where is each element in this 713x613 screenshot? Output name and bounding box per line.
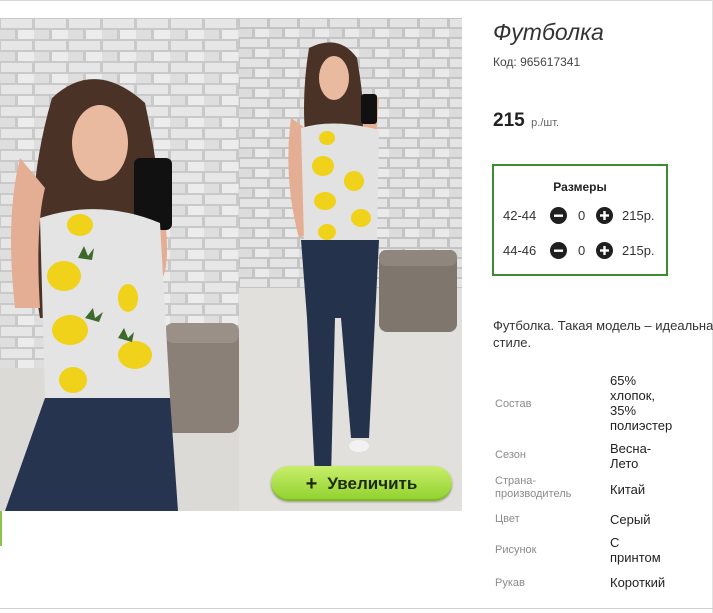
sizes-panel: Размеры 42-44 0 215р. 44-46 0 215р. — [492, 164, 668, 276]
top-divider — [0, 0, 713, 1]
description-line: стиле. — [493, 335, 532, 350]
spec-row-sleeve: Рукав Короткий — [493, 575, 693, 595]
plus-circle-icon[interactable] — [596, 207, 613, 224]
product-code: Код: 965617341 — [493, 55, 581, 69]
spec-row-composition: Состав 65% хлопок, 35% полиэстер — [493, 370, 693, 436]
zoom-button-label: Увеличить — [327, 473, 418, 493]
size-label: 44-46 — [503, 243, 537, 258]
product-photo-full[interactable] — [239, 18, 462, 511]
size-price: 215р. — [622, 208, 655, 223]
spec-label: Цвет — [495, 513, 520, 525]
spec-label: Рукав — [495, 577, 525, 589]
minus-circle-icon[interactable] — [550, 242, 567, 259]
spec-row-season: Сезон Весна-Лето — [493, 440, 693, 474]
zoom-button[interactable]: + Увеличить — [271, 466, 452, 501]
size-quantity[interactable]: 0 — [578, 242, 585, 260]
spec-value: 65% хлопок, 35% полиэстер — [610, 373, 673, 433]
product-photo-main[interactable] — [0, 18, 239, 511]
size-label: 42-44 — [503, 208, 537, 223]
spec-value: Китай — [610, 482, 646, 497]
spec-value: Весна-Лето — [610, 441, 652, 471]
spec-row-pattern: Рисунок С принтом — [493, 534, 693, 568]
spec-value: Серый — [610, 512, 651, 527]
spec-row-country: Страна-производитель Китай — [493, 475, 693, 509]
plus-icon: + — [305, 472, 318, 495]
size-quantity[interactable]: 0 — [578, 207, 585, 225]
spec-label: Состав — [495, 398, 532, 410]
spec-label: Сезон — [495, 449, 526, 461]
spec-label: Рисунок — [495, 544, 537, 556]
left-accent — [0, 510, 2, 546]
size-price: 215р. — [622, 243, 655, 258]
plus-circle-icon[interactable] — [596, 242, 613, 259]
minus-circle-icon[interactable] — [550, 207, 567, 224]
product-description: Футболка. Такая модель – идеальна стиле. — [493, 317, 713, 351]
sizes-title: Размеры — [553, 180, 607, 194]
price-value: 215 — [493, 110, 525, 131]
product-title: Футболка — [493, 19, 604, 45]
spec-value: С принтом — [610, 535, 661, 565]
spec-label: Страна-производитель — [495, 475, 572, 500]
product-page: + Увеличить Футболка Код: 965617341 215 … — [0, 0, 713, 613]
spec-value: Короткий — [610, 575, 666, 590]
spec-row-color: Цвет Серый — [493, 512, 693, 532]
price-unit: р./шт. — [531, 117, 560, 129]
product-price: 215 р./шт. — [493, 110, 559, 132]
bottom-divider — [0, 608, 713, 609]
description-line: Футболка. Такая модель – идеальна — [493, 318, 713, 333]
